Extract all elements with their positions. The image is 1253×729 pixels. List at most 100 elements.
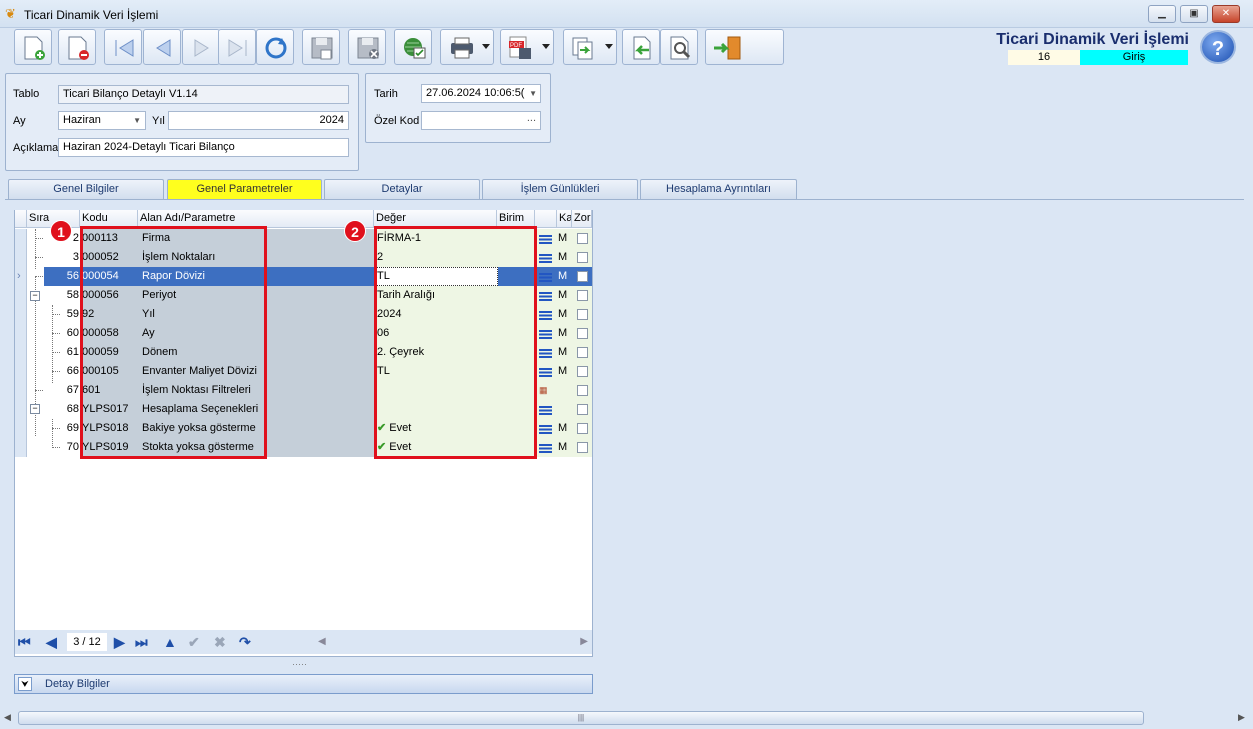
row-indicator[interactable] bbox=[15, 286, 27, 305]
collapse-icon[interactable]: − bbox=[30, 404, 40, 414]
list-icon[interactable] bbox=[539, 330, 552, 339]
tarih-field[interactable]: 27.06.2024 10:06:5( ▼ bbox=[421, 84, 541, 103]
save-button[interactable] bbox=[302, 29, 340, 65]
title-bar: ❦ Ticari Dinamik Veri İşlemi ▁ ▣ ✕ bbox=[0, 0, 1253, 28]
cancel-save-button[interactable] bbox=[348, 29, 386, 65]
tab-genel-bilgiler[interactable]: Genel Bilgiler bbox=[8, 179, 164, 199]
horizontal-scrollbar-thumb[interactable]: ||| bbox=[18, 711, 1144, 725]
previous-record-button[interactable] bbox=[143, 29, 181, 65]
collapse-icon[interactable]: − bbox=[30, 291, 40, 301]
zorunlu-checkbox[interactable] bbox=[577, 404, 588, 415]
close-button[interactable]: ✕ bbox=[1212, 5, 1240, 23]
maximize-button[interactable]: ▣ bbox=[1180, 5, 1208, 23]
cell-sira[interactable]: 70 bbox=[44, 438, 81, 457]
tablo-field[interactable]: Ticari Bilanço Detaylı V1.14 bbox=[58, 85, 349, 104]
scroll-left-icon[interactable]: ◀ bbox=[4, 712, 11, 723]
print-dropdown-button[interactable] bbox=[440, 29, 494, 65]
zorunlu-checkbox[interactable] bbox=[577, 442, 588, 453]
zorunlu-checkbox[interactable] bbox=[577, 328, 588, 339]
column-header-ka[interactable]: Ka bbox=[557, 210, 572, 228]
row-indicator[interactable] bbox=[15, 248, 27, 267]
last-record-button[interactable] bbox=[218, 29, 256, 65]
list-icon[interactable] bbox=[539, 235, 552, 244]
row-indicator[interactable] bbox=[15, 381, 27, 400]
insert-row-icon[interactable]: ▲ bbox=[163, 634, 177, 652]
column-header-zor[interactable]: Zor bbox=[572, 210, 592, 228]
cell-sira[interactable]: 61 bbox=[44, 343, 81, 362]
delete-record-button[interactable] bbox=[58, 29, 96, 65]
row-indicator[interactable] bbox=[15, 305, 27, 324]
next-record-button[interactable] bbox=[182, 29, 220, 65]
zorunlu-checkbox[interactable] bbox=[577, 385, 588, 396]
cell-sira[interactable]: 67 bbox=[44, 381, 81, 400]
ozel-kod-field[interactable]: ... bbox=[421, 111, 541, 130]
list-icon[interactable] bbox=[539, 311, 552, 320]
approve-button[interactable] bbox=[394, 29, 432, 65]
cell-sira[interactable]: 68 bbox=[44, 400, 81, 419]
cell-sira[interactable]: 60 bbox=[44, 324, 81, 343]
refresh-grid-icon[interactable]: ↷ bbox=[239, 634, 251, 652]
list-icon[interactable] bbox=[539, 368, 552, 377]
row-indicator[interactable] bbox=[15, 229, 27, 248]
cell-sira[interactable]: 69 bbox=[44, 419, 81, 438]
row-indicator[interactable] bbox=[15, 400, 27, 419]
zorunlu-checkbox[interactable] bbox=[577, 290, 588, 301]
cell-sira[interactable]: 59 bbox=[44, 305, 81, 324]
scroll-right-icon[interactable]: ▶ bbox=[1238, 712, 1245, 723]
zorunlu-checkbox[interactable] bbox=[577, 252, 588, 263]
post-icon[interactable]: ✔ bbox=[188, 634, 200, 652]
yil-field[interactable]: 2024 bbox=[168, 111, 349, 130]
column-header-icon[interactable] bbox=[535, 210, 557, 228]
expand-icon[interactable]: ⮟ bbox=[18, 677, 32, 691]
exit-dropdown-button[interactable] bbox=[705, 29, 784, 65]
pdf-export-button[interactable]: PDF bbox=[500, 29, 554, 65]
detay-bilgiler-bar[interactable]: ⮟ Detay Bilgiler bbox=[14, 674, 593, 694]
cancel-icon[interactable]: ✖ bbox=[214, 634, 226, 652]
cell-sira[interactable]: 66 bbox=[44, 362, 81, 381]
import-button[interactable] bbox=[622, 29, 660, 65]
cell-sira[interactable]: 3 bbox=[44, 248, 81, 267]
refresh-button[interactable] bbox=[256, 29, 294, 65]
splitter-grip[interactable]: ····· bbox=[292, 659, 307, 669]
aciklama-field[interactable]: Haziran 2024-Detaylı Ticari Bilanço bbox=[58, 138, 349, 157]
ay-select[interactable]: Haziran ▼ bbox=[58, 111, 146, 130]
cell-sira[interactable]: 56 bbox=[44, 267, 81, 286]
zorunlu-checkbox[interactable] bbox=[577, 233, 588, 244]
last-page-icon[interactable]: ⏭ bbox=[135, 634, 148, 652]
list-icon[interactable] bbox=[539, 444, 552, 453]
tab-genel-parametreler[interactable]: Genel Parametreler bbox=[167, 179, 322, 199]
find-button[interactable] bbox=[660, 29, 698, 65]
zorunlu-checkbox[interactable] bbox=[577, 309, 588, 320]
row-indicator[interactable] bbox=[15, 419, 27, 438]
export-dropdown-button[interactable] bbox=[563, 29, 617, 65]
tab-hesaplama-ayrintilari[interactable]: Hesaplama Ayrıntıları bbox=[640, 179, 797, 199]
cell-sira[interactable]: 58 bbox=[44, 286, 81, 305]
prev-page-icon[interactable]: ◀ bbox=[46, 634, 57, 652]
row-indicator[interactable] bbox=[15, 324, 27, 343]
filter-icon[interactable]: ▦ bbox=[539, 381, 553, 400]
zorunlu-checkbox[interactable] bbox=[577, 423, 588, 434]
next-page-icon[interactable]: ▶ bbox=[114, 634, 125, 652]
list-icon[interactable] bbox=[539, 425, 552, 434]
first-record-button[interactable] bbox=[104, 29, 142, 65]
list-icon[interactable] bbox=[539, 349, 552, 358]
help-button[interactable]: ? bbox=[1200, 30, 1236, 64]
row-indicator[interactable] bbox=[15, 343, 27, 362]
row-indicator[interactable]: › bbox=[15, 267, 27, 286]
new-record-button[interactable] bbox=[14, 29, 52, 65]
first-page-icon[interactable]: ⏮ bbox=[18, 634, 31, 652]
grid-horizontal-scrollbar[interactable]: ◀ ▶ bbox=[316, 634, 592, 650]
row-indicator[interactable] bbox=[15, 438, 27, 457]
list-icon[interactable] bbox=[539, 406, 552, 415]
zorunlu-checkbox[interactable] bbox=[577, 271, 588, 282]
zorunlu-checkbox[interactable] bbox=[577, 347, 588, 358]
list-icon[interactable] bbox=[539, 254, 552, 263]
tab-islem-gunlukleri[interactable]: İşlem Günlükleri bbox=[482, 179, 638, 199]
list-icon[interactable] bbox=[539, 292, 552, 301]
tab-detaylar[interactable]: Detaylar bbox=[324, 179, 480, 199]
list-icon[interactable] bbox=[539, 273, 552, 282]
ellipsis-button[interactable]: ... bbox=[527, 112, 536, 127]
zorunlu-checkbox[interactable] bbox=[577, 366, 588, 377]
row-indicator[interactable] bbox=[15, 362, 27, 381]
minimize-button[interactable]: ▁ bbox=[1148, 5, 1176, 23]
